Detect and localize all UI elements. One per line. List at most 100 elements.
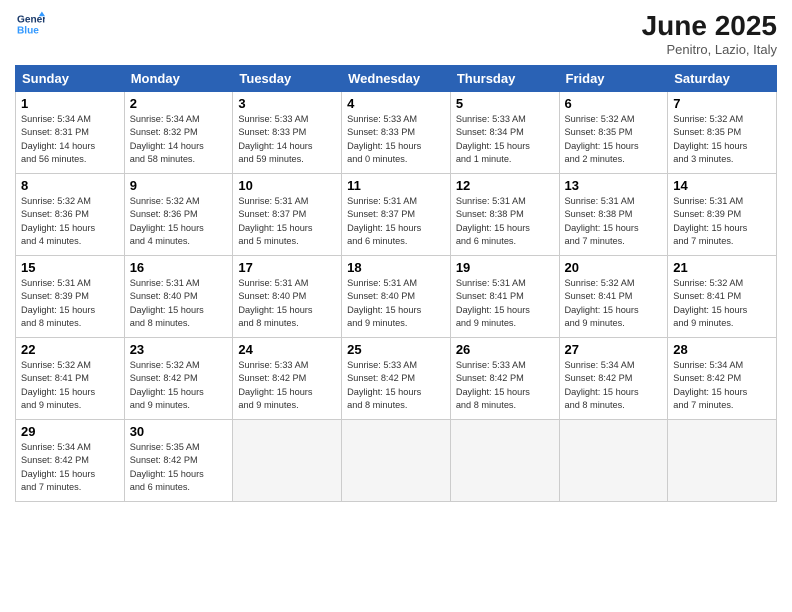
day-number: 17 bbox=[238, 260, 336, 275]
day-info: Sunrise: 5:34 AM Sunset: 8:42 PM Dayligh… bbox=[673, 359, 771, 412]
day-info: Sunrise: 5:35 AM Sunset: 8:42 PM Dayligh… bbox=[130, 441, 228, 494]
day-info: Sunrise: 5:33 AM Sunset: 8:33 PM Dayligh… bbox=[347, 113, 445, 166]
day-number: 19 bbox=[456, 260, 554, 275]
day-number: 15 bbox=[21, 260, 119, 275]
table-row: 14 Sunrise: 5:31 AM Sunset: 8:39 PM Dayli… bbox=[668, 174, 777, 256]
page: General Blue June 2025 Penitro, Lazio, I… bbox=[0, 0, 792, 612]
table-row: 2 Sunrise: 5:34 AM Sunset: 8:32 PM Daylig… bbox=[124, 92, 233, 174]
calendar-week-row: 22 Sunrise: 5:32 AM Sunset: 8:41 PM Dayli… bbox=[16, 338, 777, 420]
month-title: June 2025 bbox=[642, 10, 777, 42]
day-info: Sunrise: 5:31 AM Sunset: 8:39 PM Dayligh… bbox=[21, 277, 119, 330]
day-info: Sunrise: 5:34 AM Sunset: 8:42 PM Dayligh… bbox=[565, 359, 663, 412]
table-row: 25 Sunrise: 5:33 AM Sunset: 8:42 PM Dayli… bbox=[342, 338, 451, 420]
day-info: Sunrise: 5:34 AM Sunset: 8:31 PM Dayligh… bbox=[21, 113, 119, 166]
day-number: 23 bbox=[130, 342, 228, 357]
day-info: Sunrise: 5:32 AM Sunset: 8:36 PM Dayligh… bbox=[21, 195, 119, 248]
day-info: Sunrise: 5:32 AM Sunset: 8:35 PM Dayligh… bbox=[565, 113, 663, 166]
table-row: 18 Sunrise: 5:31 AM Sunset: 8:40 PM Dayli… bbox=[342, 256, 451, 338]
col-thursday: Thursday bbox=[450, 66, 559, 92]
day-info: Sunrise: 5:33 AM Sunset: 8:34 PM Dayligh… bbox=[456, 113, 554, 166]
day-info: Sunrise: 5:31 AM Sunset: 8:40 PM Dayligh… bbox=[347, 277, 445, 330]
calendar-table: Sunday Monday Tuesday Wednesday Thursday… bbox=[15, 65, 777, 502]
day-number: 12 bbox=[456, 178, 554, 193]
day-number: 2 bbox=[130, 96, 228, 111]
day-info: Sunrise: 5:32 AM Sunset: 8:41 PM Dayligh… bbox=[673, 277, 771, 330]
col-saturday: Saturday bbox=[668, 66, 777, 92]
table-row: 17 Sunrise: 5:31 AM Sunset: 8:40 PM Dayli… bbox=[233, 256, 342, 338]
day-number: 28 bbox=[673, 342, 771, 357]
day-number: 9 bbox=[130, 178, 228, 193]
day-info: Sunrise: 5:31 AM Sunset: 8:38 PM Dayligh… bbox=[456, 195, 554, 248]
table-row: 7 Sunrise: 5:32 AM Sunset: 8:35 PM Daylig… bbox=[668, 92, 777, 174]
table-row: 1Sunrise: 5:34 AM Sunset: 8:31 PM Daylig… bbox=[16, 92, 125, 174]
day-number: 10 bbox=[238, 178, 336, 193]
calendar-week-row: 15 Sunrise: 5:31 AM Sunset: 8:39 PM Dayli… bbox=[16, 256, 777, 338]
header: General Blue June 2025 Penitro, Lazio, I… bbox=[15, 10, 777, 57]
table-row: 23Sunrise: 5:32 AM Sunset: 8:42 PM Dayli… bbox=[124, 338, 233, 420]
day-info: Sunrise: 5:33 AM Sunset: 8:33 PM Dayligh… bbox=[238, 113, 336, 166]
svg-text:Blue: Blue bbox=[17, 25, 39, 36]
day-number: 8 bbox=[21, 178, 119, 193]
day-info: Sunrise: 5:31 AM Sunset: 8:37 PM Dayligh… bbox=[347, 195, 445, 248]
table-row: 19 Sunrise: 5:31 AM Sunset: 8:41 PM Dayli… bbox=[450, 256, 559, 338]
day-info: Sunrise: 5:33 AM Sunset: 8:42 PM Dayligh… bbox=[238, 359, 336, 412]
calendar-week-row: 8 Sunrise: 5:32 AM Sunset: 8:36 PM Daylig… bbox=[16, 174, 777, 256]
table-row bbox=[342, 420, 451, 502]
day-number: 21 bbox=[673, 260, 771, 275]
location: Penitro, Lazio, Italy bbox=[642, 42, 777, 57]
table-row: 27Sunrise: 5:34 AM Sunset: 8:42 PM Dayli… bbox=[559, 338, 668, 420]
table-row bbox=[233, 420, 342, 502]
table-row: 21 Sunrise: 5:32 AM Sunset: 8:41 PM Dayli… bbox=[668, 256, 777, 338]
day-number: 29 bbox=[21, 424, 119, 439]
day-number: 6 bbox=[565, 96, 663, 111]
table-row: 22 Sunrise: 5:32 AM Sunset: 8:41 PM Dayli… bbox=[16, 338, 125, 420]
table-row: 9 Sunrise: 5:32 AM Sunset: 8:36 PM Daylig… bbox=[124, 174, 233, 256]
day-info: Sunrise: 5:34 AM Sunset: 8:32 PM Dayligh… bbox=[130, 113, 228, 166]
day-number: 5 bbox=[456, 96, 554, 111]
day-number: 7 bbox=[673, 96, 771, 111]
table-row: 16Sunrise: 5:31 AM Sunset: 8:40 PM Dayli… bbox=[124, 256, 233, 338]
day-number: 11 bbox=[347, 178, 445, 193]
day-number: 30 bbox=[130, 424, 228, 439]
table-row: 12 Sunrise: 5:31 AM Sunset: 8:38 PM Dayli… bbox=[450, 174, 559, 256]
day-info: Sunrise: 5:32 AM Sunset: 8:41 PM Dayligh… bbox=[21, 359, 119, 412]
table-row: 8 Sunrise: 5:32 AM Sunset: 8:36 PM Daylig… bbox=[16, 174, 125, 256]
table-row bbox=[668, 420, 777, 502]
day-info: Sunrise: 5:32 AM Sunset: 8:41 PM Dayligh… bbox=[565, 277, 663, 330]
table-row: 28 Sunrise: 5:34 AM Sunset: 8:42 PM Dayli… bbox=[668, 338, 777, 420]
day-number: 26 bbox=[456, 342, 554, 357]
day-info: Sunrise: 5:31 AM Sunset: 8:38 PM Dayligh… bbox=[565, 195, 663, 248]
day-info: Sunrise: 5:31 AM Sunset: 8:41 PM Dayligh… bbox=[456, 277, 554, 330]
day-number: 24 bbox=[238, 342, 336, 357]
title-area: June 2025 Penitro, Lazio, Italy bbox=[642, 10, 777, 57]
day-number: 18 bbox=[347, 260, 445, 275]
day-info: Sunrise: 5:31 AM Sunset: 8:37 PM Dayligh… bbox=[238, 195, 336, 248]
day-number: 4 bbox=[347, 96, 445, 111]
col-wednesday: Wednesday bbox=[342, 66, 451, 92]
table-row: 11 Sunrise: 5:31 AM Sunset: 8:37 PM Dayli… bbox=[342, 174, 451, 256]
table-row: 29 Sunrise: 5:34 AM Sunset: 8:42 PM Dayli… bbox=[16, 420, 125, 502]
calendar-header-row: Sunday Monday Tuesday Wednesday Thursday… bbox=[16, 66, 777, 92]
table-row: 4 Sunrise: 5:33 AM Sunset: 8:33 PM Daylig… bbox=[342, 92, 451, 174]
day-info: Sunrise: 5:33 AM Sunset: 8:42 PM Dayligh… bbox=[347, 359, 445, 412]
col-friday: Friday bbox=[559, 66, 668, 92]
table-row: 10 Sunrise: 5:31 AM Sunset: 8:37 PM Dayli… bbox=[233, 174, 342, 256]
day-info: Sunrise: 5:31 AM Sunset: 8:40 PM Dayligh… bbox=[238, 277, 336, 330]
table-row: 13 Sunrise: 5:31 AM Sunset: 8:38 PM Dayli… bbox=[559, 174, 668, 256]
day-number: 13 bbox=[565, 178, 663, 193]
day-number: 14 bbox=[673, 178, 771, 193]
table-row: 30 Sunrise: 5:35 AM Sunset: 8:42 PM Dayli… bbox=[124, 420, 233, 502]
day-info: Sunrise: 5:31 AM Sunset: 8:39 PM Dayligh… bbox=[673, 195, 771, 248]
col-sunday: Sunday bbox=[16, 66, 125, 92]
day-number: 22 bbox=[21, 342, 119, 357]
day-info: Sunrise: 5:32 AM Sunset: 8:35 PM Dayligh… bbox=[673, 113, 771, 166]
logo: General Blue bbox=[15, 10, 45, 38]
day-number: 25 bbox=[347, 342, 445, 357]
logo-icon: General Blue bbox=[17, 10, 45, 38]
table-row: 24 Sunrise: 5:33 AM Sunset: 8:42 PM Dayli… bbox=[233, 338, 342, 420]
day-info: Sunrise: 5:32 AM Sunset: 8:36 PM Dayligh… bbox=[130, 195, 228, 248]
col-tuesday: Tuesday bbox=[233, 66, 342, 92]
table-row: 3Sunrise: 5:33 AM Sunset: 8:33 PM Daylig… bbox=[233, 92, 342, 174]
calendar-week-row: 1Sunrise: 5:34 AM Sunset: 8:31 PM Daylig… bbox=[16, 92, 777, 174]
day-info: Sunrise: 5:34 AM Sunset: 8:42 PM Dayligh… bbox=[21, 441, 119, 494]
